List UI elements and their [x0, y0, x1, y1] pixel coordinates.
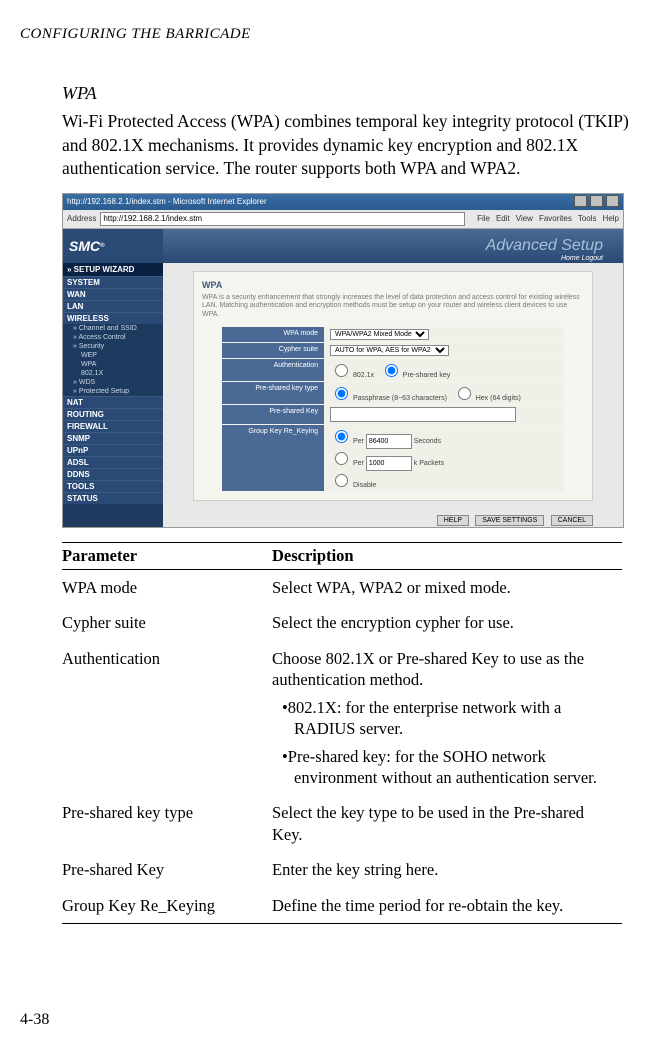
nav-firewall[interactable]: FIREWALL [63, 420, 163, 432]
select-cypher[interactable]: AUTO for WPA, AES for WPA2 [330, 345, 449, 356]
menu-edit[interactable]: Edit [496, 214, 510, 223]
router-screenshot: http://192.168.2.1/index.stm - Microsoft… [62, 193, 624, 528]
param-cell: Pre-shared Key [62, 852, 272, 887]
home-logout[interactable]: Home Logout [561, 255, 603, 262]
main-area: Advanced Setup Home Logout WPA WPA is a … [163, 229, 623, 528]
panel-title: WPA [202, 280, 584, 290]
param-cell: Cypher suite [62, 605, 272, 640]
address-label: Address [67, 214, 96, 223]
nav-sub-security[interactable]: » Security [63, 342, 163, 351]
address-input[interactable] [100, 212, 465, 226]
nav-tools[interactable]: TOOLS [63, 480, 163, 492]
window-title: http://192.168.2.1/index.stm - Microsoft… [67, 197, 267, 206]
label-psk: Pre-shared Key [222, 405, 324, 424]
param-cell: WPA mode [62, 569, 272, 605]
logo: SMC® [63, 229, 163, 263]
wpa-panel: WPA WPA is a security enhancement that s… [193, 271, 593, 501]
param-cell: Pre-shared key type [62, 795, 272, 852]
desc-cell: Define the time period for re-obtain the… [272, 888, 622, 924]
label-cypher: Cypher suite [222, 343, 324, 358]
page-number: 4-38 [20, 1011, 49, 1029]
radio-rekey-sec[interactable] [335, 430, 348, 443]
table-row: Pre-shared Key Enter the key string here… [62, 852, 622, 887]
nav-adsl[interactable]: ADSL [63, 456, 163, 468]
nav-sub-channel[interactable]: » Channel and SSID [63, 324, 163, 333]
window-titlebar: http://192.168.2.1/index.stm - Microsoft… [63, 194, 623, 210]
intro-paragraph: Wi-Fi Protected Access (WPA) combines te… [62, 110, 636, 181]
radio-psk[interactable] [385, 364, 398, 377]
param-cell: Authentication [62, 641, 272, 796]
desc-cell: Select WPA, WPA2 or mixed mode. [272, 569, 622, 605]
close-icon[interactable] [606, 195, 619, 207]
radio-hex[interactable] [458, 387, 471, 400]
menu-bar: File Edit View Favorites Tools Help [477, 214, 619, 223]
desc-cell: Choose 802.1X or Pre-shared Key to use a… [272, 641, 622, 796]
nav-upnp[interactable]: UPnP [63, 444, 163, 456]
nav-snmp[interactable]: SNMP [63, 432, 163, 444]
nav-ddns[interactable]: DDNS [63, 468, 163, 480]
param-cell: Group Key Re_Keying [62, 888, 272, 924]
address-bar: Address File Edit View Favorites Tools H… [63, 210, 623, 229]
minimize-icon[interactable] [574, 195, 587, 207]
opt-passphrase: Passphrase (8~63 characters) [353, 395, 447, 402]
input-psk[interactable] [330, 407, 516, 422]
cancel-button[interactable]: CANCEL [551, 515, 593, 526]
table-row: Authentication Choose 802.1X or Pre-shar… [62, 641, 622, 796]
menu-favorites[interactable]: Favorites [539, 214, 572, 223]
nav-sub-wpa[interactable]: WPA [63, 360, 163, 369]
menu-help[interactable]: Help [603, 214, 619, 223]
table-row: WPA mode Select WPA, WPA2 or mixed mode. [62, 569, 622, 605]
nav-nat[interactable]: NAT [63, 396, 163, 408]
label-auth: Authentication [222, 359, 324, 381]
desc-cell: Enter the key string here. [272, 852, 622, 887]
radio-8021x[interactable] [335, 364, 348, 377]
label-wpa-mode: WPA mode [222, 327, 324, 342]
nav-sub-protected[interactable]: » Protected Setup [63, 387, 163, 396]
th-description: Description [272, 542, 622, 569]
radio-passphrase[interactable] [335, 387, 348, 400]
label-rekey: Group Key Re_Keying [222, 425, 324, 491]
nav-sub-wep[interactable]: WEP [63, 351, 163, 360]
banner: Advanced Setup Home Logout [163, 229, 623, 263]
table-row: Pre-shared key type Select the key type … [62, 795, 622, 852]
nav-sub-wds[interactable]: » WDS [63, 378, 163, 387]
section-title: WPA [62, 83, 636, 104]
menu-view[interactable]: View [516, 214, 533, 223]
parameter-table: Parameter Description WPA mode Select WP… [62, 542, 622, 924]
input-rekey-pkt[interactable] [366, 456, 412, 471]
desc-cell: Select the key type to be used in the Pr… [272, 795, 622, 852]
save-button[interactable]: SAVE SETTINGS [475, 515, 544, 526]
desc-cell: Select the encryption cypher for use. [272, 605, 622, 640]
panel-desc: WPA is a security enhancement that stron… [202, 294, 584, 319]
menu-file[interactable]: File [477, 214, 490, 223]
nav-routing[interactable]: ROUTING [63, 408, 163, 420]
opt-8021x: 802.1x [353, 372, 374, 379]
nav-system[interactable]: SYSTEM [63, 276, 163, 288]
radio-rekey-pkt[interactable] [335, 452, 348, 465]
table-row: Cypher suite Select the encryption cyphe… [62, 605, 622, 640]
opt-hex: Hex (64 digits) [476, 395, 521, 402]
sidebar: SMC® » SETUP WIZARD SYSTEM WAN LAN WIREL… [63, 229, 163, 528]
th-parameter: Parameter [62, 542, 272, 569]
select-wpa-mode[interactable]: WPA/WPA2 Mixed Mode [330, 329, 429, 340]
running-head: CONFIGURING THE BARRICADE [20, 26, 636, 43]
setup-wizard-link[interactable]: » SETUP WIZARD [63, 263, 163, 276]
label-psk-type: Pre-shared key type [222, 382, 324, 404]
help-button[interactable]: HELP [437, 515, 469, 526]
input-rekey-sec[interactable] [366, 434, 412, 449]
maximize-icon[interactable] [590, 195, 603, 207]
table-row: Group Key Re_Keying Define the time peri… [62, 888, 622, 924]
nav-sub-8021x[interactable]: 802.1X [63, 369, 163, 378]
nav-sub-access[interactable]: » Access Control [63, 333, 163, 342]
radio-rekey-disable[interactable] [335, 474, 348, 487]
nav-lan[interactable]: LAN [63, 300, 163, 312]
opt-psk: Pre-shared key [403, 372, 450, 379]
menu-tools[interactable]: Tools [578, 214, 597, 223]
nav-wan[interactable]: WAN [63, 288, 163, 300]
nav-wireless[interactable]: WIRELESS [63, 312, 163, 324]
nav-status[interactable]: STATUS [63, 492, 163, 504]
